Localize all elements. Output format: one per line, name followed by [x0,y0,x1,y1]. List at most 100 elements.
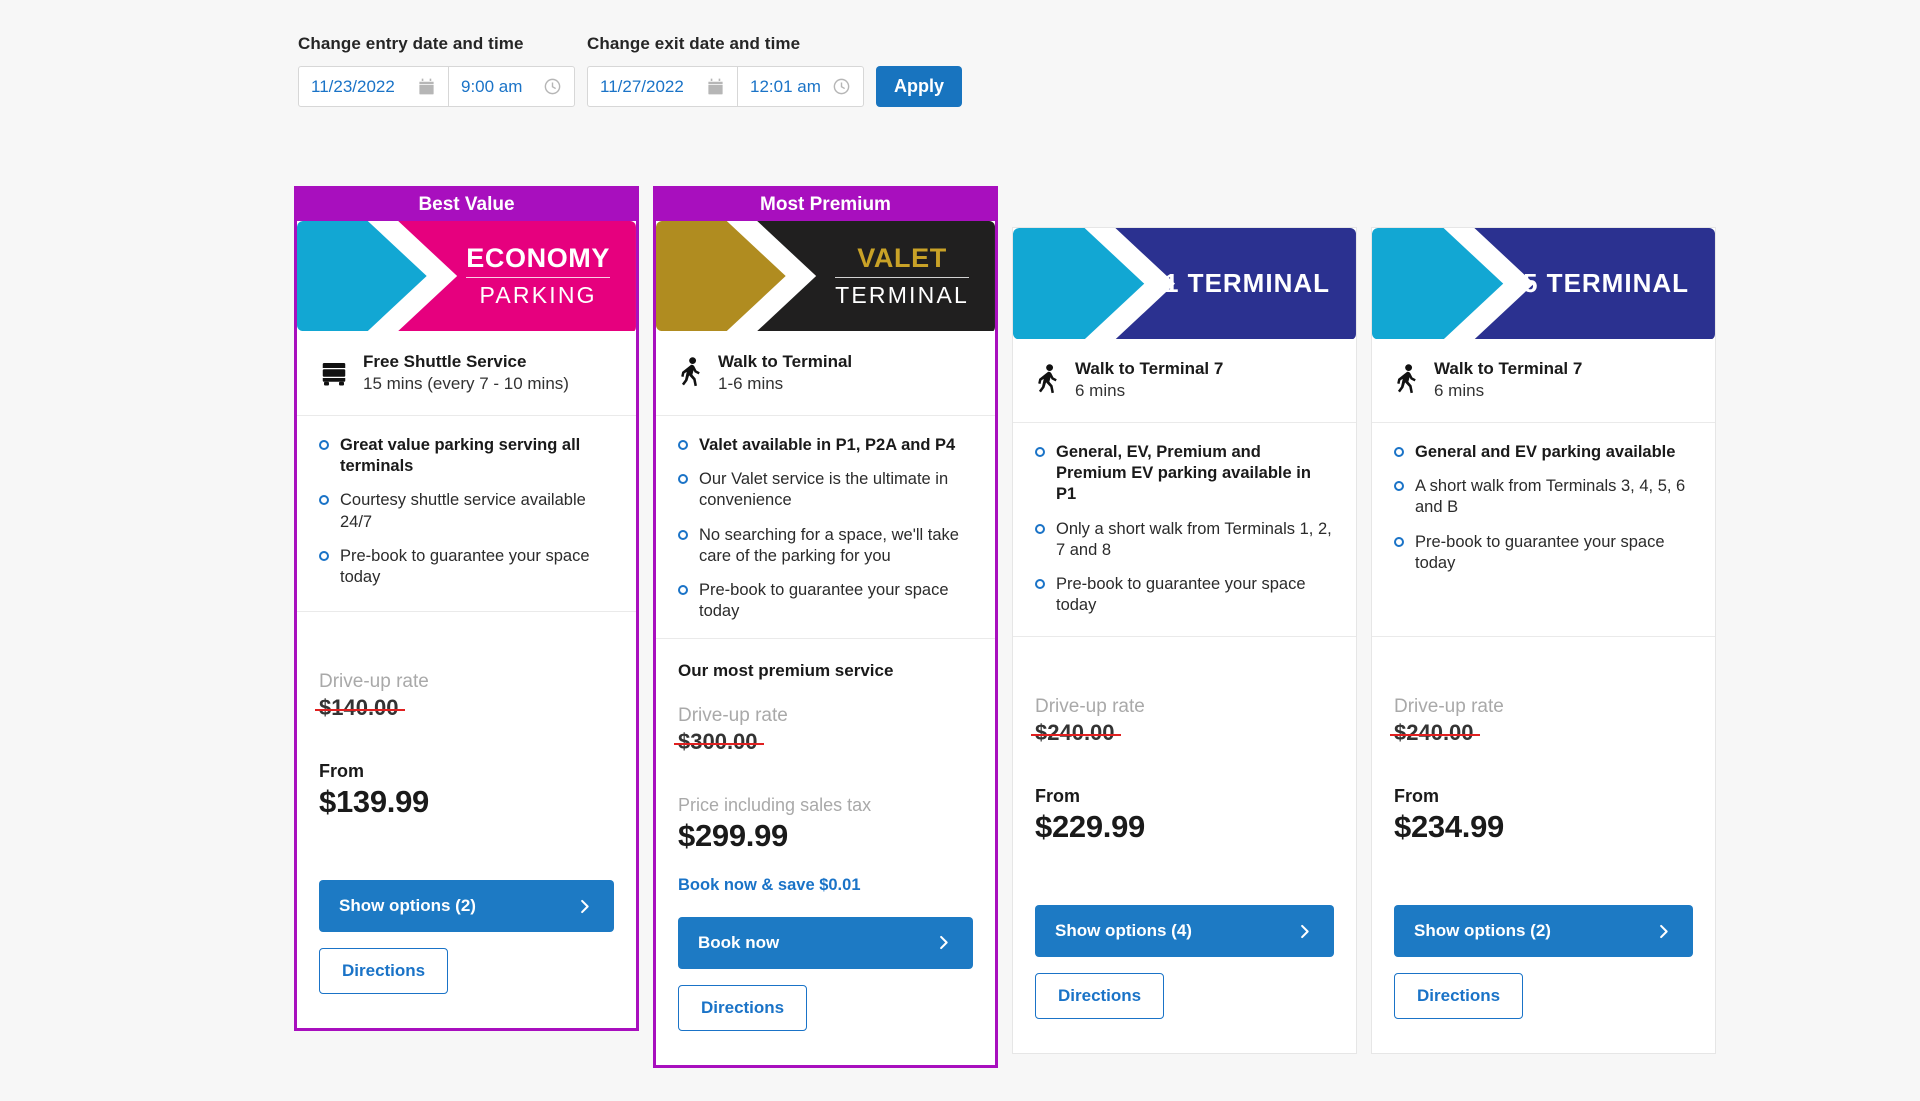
price-from-label: Price including sales tax [678,794,872,815]
card-body: VALET TERMINAL Walk to Terminal 1-6 mins Val… [653,221,998,1068]
calendar-icon[interactable] [706,77,725,96]
bullet-circle-icon [319,495,329,506]
bullet-circle-icon [1035,523,1045,534]
card-logo-line1: P5 TERMINAL [1504,268,1689,299]
parking-options-list: Best Value ECONOMY PARKING Free Shuttle Se… [294,186,1716,1068]
entry-date-value: 11/23/2022 [311,76,395,96]
card-feature-list: Great value parking serving all terminal… [297,416,636,613]
card-price-value: $139.99 [319,784,429,820]
bullet-circle-icon [678,474,688,485]
entry-date-field[interactable]: 11/23/2022 [299,67,448,106]
card-feature-item: A short walk from Terminals 3, 4, 5, 6 a… [1394,476,1693,518]
card-primary-action-label: Show options (2) [339,896,476,916]
card-feature-list: General, EV, Premium and Premium EV park… [1013,423,1356,638]
card-feature-list: Valet available in P1, P2A and P4 Our Val… [656,416,995,639]
card-logo-line2: TERMINAL [835,281,969,308]
driveup-rate-value: $300.00 [678,728,758,754]
card-body: ECONOMY PARKING Free Shuttle Service 15 min… [294,221,639,1032]
card-primary-action-button[interactable]: Show options (2) [1394,905,1693,958]
card-logo-label: ECONOMY PARKING [466,244,636,309]
entry-time-value: 9:00 am [461,76,523,96]
card-travel-subtitle: 15 mins (every 7 - 10 mins) [363,374,569,394]
card-actions: Show options (2) Directions [297,858,636,1028]
card-feature-item: No searching for a space, we'll take car… [678,525,973,567]
card-feature-item: Great value parking serving all terminal… [319,435,614,477]
strikethrough-line [674,742,764,746]
parking-option-card: Most Premium VALET TERMINAL Walk to Termin… [653,186,998,1068]
card-logo-line1: VALET [857,243,947,274]
card-body: P5 TERMINAL Walk to Terminal 7 6 mins Gener… [1371,227,1716,1055]
card-logo: ECONOMY PARKING [297,221,636,333]
entry-datetime-box: 11/23/2022 9:00 am [298,66,575,107]
card-travel-title: Walk to Terminal [718,352,853,371]
price-top-spacer [1035,659,1334,696]
driveup-rate-price: $300.00 [674,728,764,755]
card-feature-item: Valet available in P1, P2A and P4 [678,435,973,456]
card-travel-title: Walk to Terminal 7 [1434,359,1583,378]
bullet-circle-icon [678,584,688,595]
card-price-value: $299.99 [678,817,788,853]
card-ribbon-badge: Best Value [294,186,639,221]
card-logo-wrap: VALET TERMINAL [656,221,995,333]
bullet-circle-icon [678,440,688,451]
card-feature-text: Our Valet service is the ultimate in con… [699,470,949,510]
price-bottom-spacer [1035,845,1334,883]
card-travel-subtitle: 6 mins [1434,381,1485,401]
book-now-save-link[interactable]: Book now & save $0.01 [678,876,973,895]
card-logo-label: P1 TERMINAL [1146,270,1356,298]
card-primary-action-button[interactable]: Show options (4) [1035,905,1334,958]
driveup-rate-value: $140.00 [319,695,399,721]
entry-time-field[interactable]: 9:00 am [448,67,574,106]
parking-option-card: P1 TERMINAL Walk to Terminal 7 6 mins Gener… [1012,227,1357,1055]
card-feature-text: Pre-book to guarantee your space today [1056,574,1306,614]
card-price-block: Drive-up rate $240.00 From $234.99 [1372,637,1715,883]
exit-time-field[interactable]: 12:01 am [737,67,863,106]
card-price-value: $234.99 [1394,809,1504,845]
parking-option-card: P5 TERMINAL Walk to Terminal 7 6 mins Gener… [1371,227,1716,1055]
driveup-rate-value: $240.00 [1394,720,1474,746]
bullet-circle-icon [1035,447,1045,458]
directions-button[interactable]: Directions [319,948,449,995]
search-bar: Change entry date and time 11/23/2022 9:… [298,34,963,107]
driveup-rate-value: $240.00 [1035,720,1115,746]
card-feature-text: Great value parking serving all terminal… [340,436,581,476]
bullet-circle-icon [319,440,329,451]
strikethrough-line [1031,733,1121,737]
card-primary-action-label: Book now [698,932,780,952]
exit-date-field[interactable]: 11/27/2022 [588,67,737,106]
card-logo-wrap: P1 TERMINAL [1013,228,1356,340]
clock-icon[interactable] [543,77,562,96]
card-primary-action-button[interactable]: Book now [678,916,973,969]
price-top-spacer [1394,659,1693,696]
card-feature-item: General, EV, Premium and Premium EV park… [1035,442,1334,505]
card-logo-line2: PARKING [479,281,597,308]
driveup-rate-price: $140.00 [315,695,405,721]
card-feature-text: Courtesy shuttle service available 24/7 [340,491,586,531]
calendar-icon[interactable] [417,77,436,96]
card-premium-note: Our most premium service [678,660,894,680]
card-primary-action-label: Show options (2) [1414,921,1551,941]
card-feature-text: Pre-book to guarantee your space today [699,580,949,620]
card-feature-text: Only a short walk from Terminals 1, 2, 7… [1056,519,1332,559]
card-feature-item: Our Valet service is the ultimate in con… [678,469,973,511]
card-feature-text: Pre-book to guarantee your space today [340,546,590,586]
driveup-rate-price: $240.00 [1031,720,1121,746]
entry-datetime-label: Change entry date and time [298,34,524,53]
strikethrough-line [315,708,405,712]
card-primary-action-button[interactable]: Show options (2) [319,880,614,933]
directions-button[interactable]: Directions [1394,973,1524,1020]
card-logo-divider [835,276,969,278]
directions-button[interactable]: Directions [678,984,808,1031]
card-logo-label: VALET TERMINAL [835,244,995,309]
directions-button[interactable]: Directions [1035,973,1165,1020]
chevron-right-icon [1660,924,1668,938]
card-travel-text: Free Shuttle Service 15 mins (every 7 - 1… [363,351,569,395]
apply-button[interactable]: Apply [876,66,963,107]
card-body: P1 TERMINAL Walk to Terminal 7 6 mins Gener… [1012,227,1357,1055]
exit-date-value: 11/27/2022 [600,76,684,96]
card-actions: Show options (2) Directions [1372,883,1715,1053]
bus-icon [322,363,346,386]
card-price-block: Drive-up rate $140.00 From $139.99 [297,612,636,858]
clock-icon[interactable] [832,77,851,96]
card-travel-title: Free Shuttle Service [363,352,527,371]
